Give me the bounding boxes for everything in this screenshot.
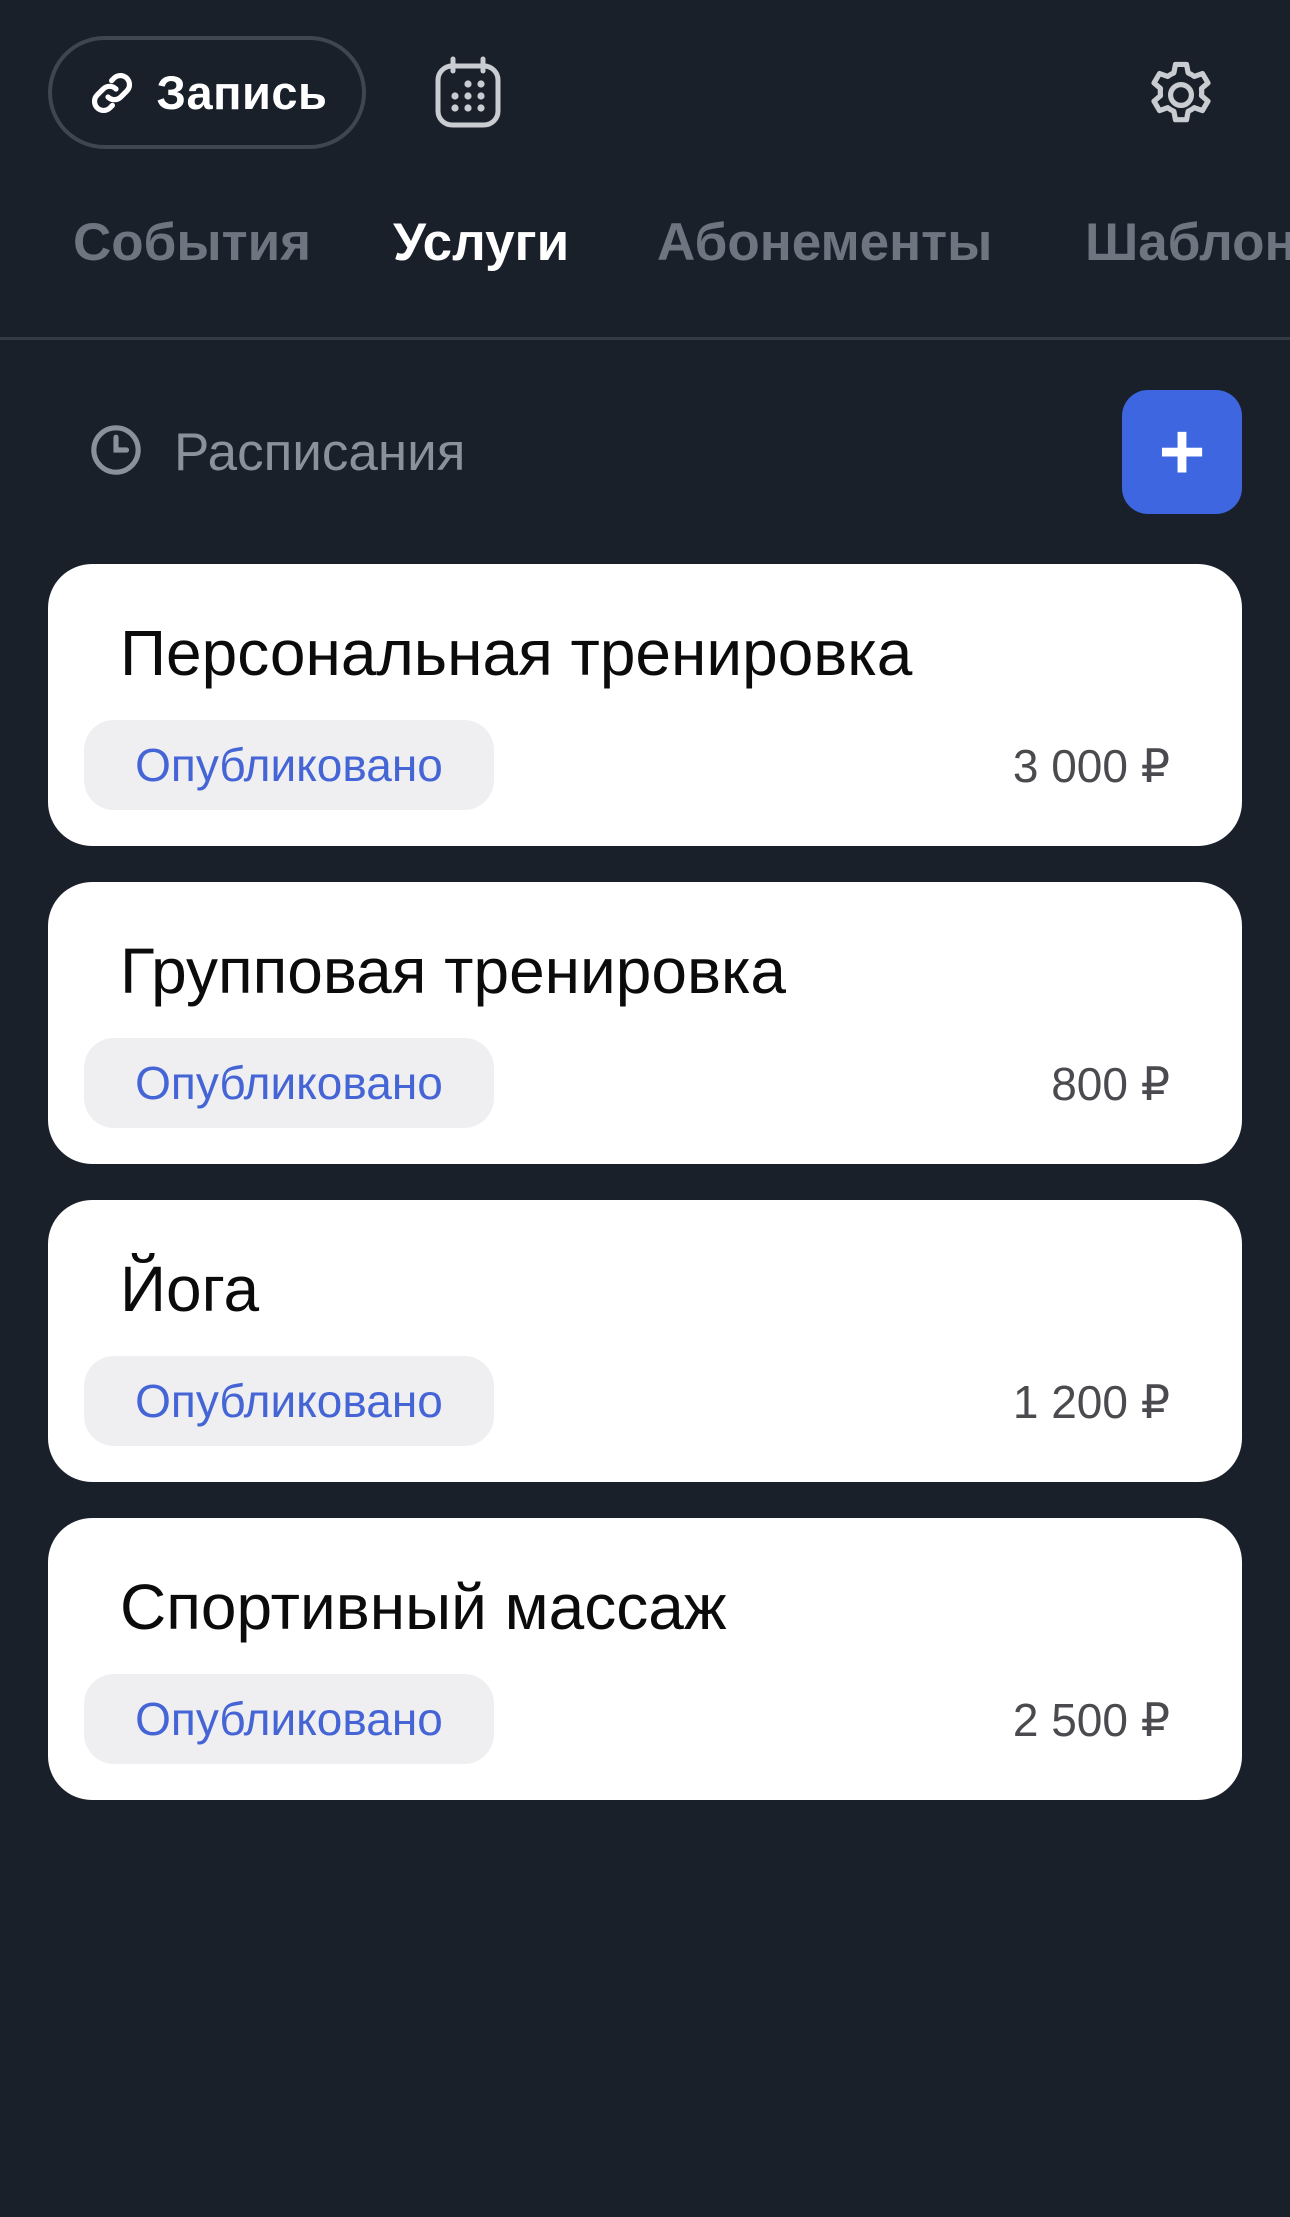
service-price: 2 500 ₽ bbox=[1012, 1694, 1170, 1746]
service-title: Групповая тренировка bbox=[120, 935, 786, 1007]
tab-services[interactable]: Услуги bbox=[393, 212, 569, 273]
service-card[interactable]: Йога Опубликовано 1 200 ₽ bbox=[48, 1200, 1242, 1482]
service-price: 1 200 ₽ bbox=[1012, 1376, 1170, 1428]
settings-button[interactable] bbox=[1136, 52, 1226, 142]
tab-bar: События Услуги Абонементы Шаблоны bbox=[0, 200, 1290, 340]
tab-templates[interactable]: Шаблоны bbox=[1085, 212, 1290, 273]
tab-subscriptions[interactable]: Абонементы bbox=[657, 212, 992, 273]
calendar-icon bbox=[433, 56, 503, 135]
link-icon bbox=[87, 68, 137, 118]
booking-link-button[interactable]: Запись bbox=[48, 36, 366, 149]
schedules-title: Расписания bbox=[174, 423, 466, 482]
service-card[interactable]: Персональная тренировка Опубликовано 3 0… bbox=[48, 564, 1242, 846]
clock-icon bbox=[88, 422, 144, 483]
service-title: Йога bbox=[120, 1253, 260, 1325]
service-title: Персональная тренировка bbox=[120, 617, 913, 689]
status-badge: Опубликовано bbox=[84, 1674, 494, 1764]
schedules-header: Расписания + bbox=[0, 380, 1290, 520]
status-badge: Опубликовано bbox=[84, 720, 494, 810]
add-service-button[interactable]: + bbox=[1122, 390, 1242, 514]
top-bar: Запись bbox=[0, 0, 1290, 180]
tab-events[interactable]: События bbox=[73, 212, 311, 273]
service-price: 3 000 ₽ bbox=[1012, 740, 1170, 792]
schedules-title-group[interactable]: Расписания bbox=[88, 422, 465, 483]
service-card[interactable]: Спортивный массаж Опубликовано 2 500 ₽ bbox=[48, 1518, 1242, 1800]
booking-link-label: Запись bbox=[156, 66, 328, 119]
status-badge: Опубликовано bbox=[84, 1356, 494, 1446]
gear-icon bbox=[1142, 56, 1220, 139]
calendar-button[interactable] bbox=[428, 55, 508, 135]
status-badge: Опубликовано bbox=[84, 1038, 494, 1128]
services-list: Персональная тренировка Опубликовано 3 0… bbox=[48, 564, 1242, 1836]
service-title: Спортивный массаж bbox=[120, 1571, 727, 1643]
service-card[interactable]: Групповая тренировка Опубликовано 800 ₽ bbox=[48, 882, 1242, 1164]
service-price: 800 ₽ bbox=[1051, 1058, 1170, 1110]
